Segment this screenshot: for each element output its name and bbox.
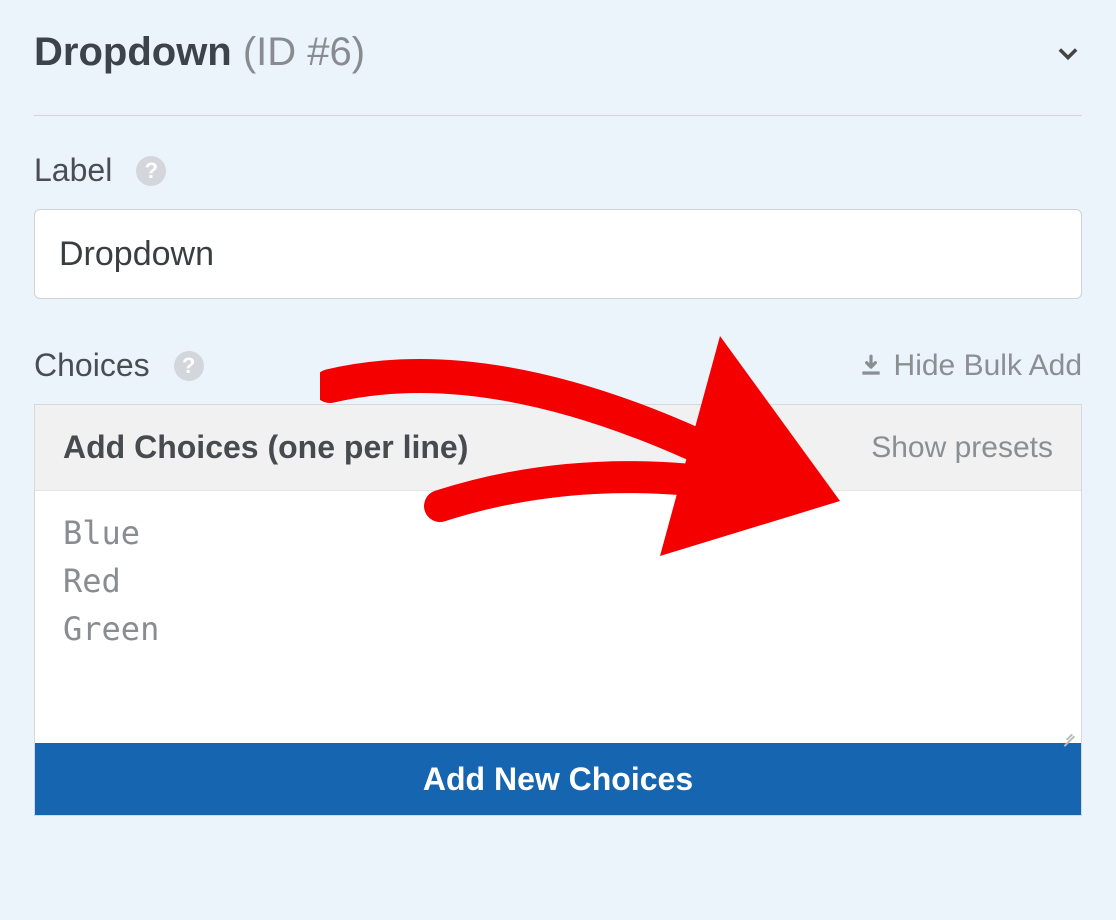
hide-bulk-add-link[interactable]: Hide Bulk Add (858, 349, 1082, 383)
choices-title: Choices (34, 347, 150, 384)
bulk-add-panel: Add Choices (one per line) Show presets … (34, 404, 1082, 816)
bulk-add-title: Add Choices (one per line) (63, 429, 468, 466)
hide-bulk-add-label: Hide Bulk Add (894, 349, 1082, 383)
help-icon[interactable]: ? (136, 156, 166, 186)
choices-section-row: Choices ? Hide Bulk Add (34, 347, 1082, 384)
field-title-heading: Dropdown (ID #6) (34, 30, 365, 75)
help-icon[interactable]: ? (174, 351, 204, 381)
label-section-row: Label ? (34, 152, 1082, 189)
label-title: Label (34, 152, 112, 189)
show-presets-link[interactable]: Show presets (871, 431, 1053, 465)
label-input[interactable] (34, 209, 1082, 299)
download-icon (858, 353, 884, 379)
chevron-down-icon[interactable] (1054, 39, 1082, 67)
field-header[interactable]: Dropdown (ID #6) (34, 30, 1082, 116)
field-id-suffix: (ID #6) (243, 30, 365, 74)
field-title: Dropdown (34, 30, 232, 74)
resize-handle-icon[interactable] (1057, 719, 1075, 737)
choices-textarea[interactable] (35, 491, 1081, 743)
add-new-choices-button[interactable]: Add New Choices (35, 743, 1081, 815)
bulk-add-header: Add Choices (one per line) Show presets (35, 405, 1081, 491)
